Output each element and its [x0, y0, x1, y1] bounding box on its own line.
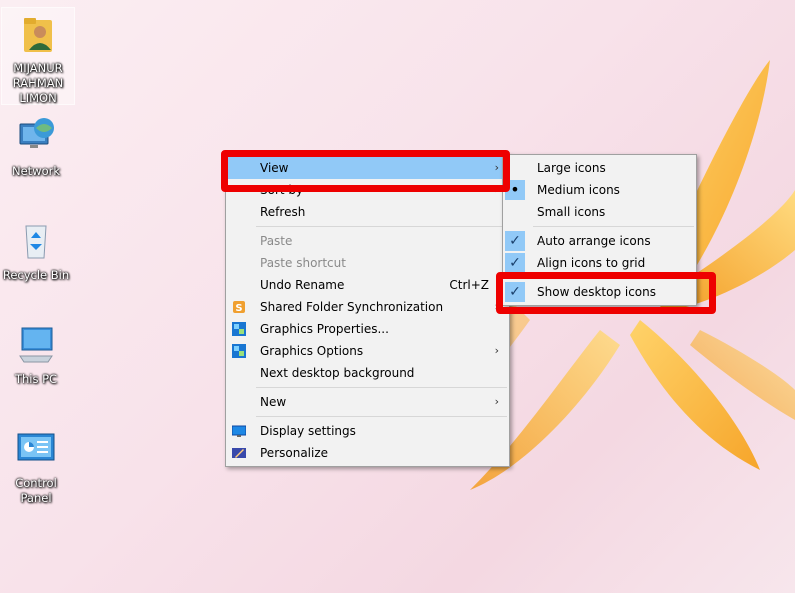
- desktop-icon-network[interactable]: Network: [0, 114, 72, 179]
- chevron-right-icon: ›: [494, 183, 499, 196]
- menu-item-label: Graphics Options: [260, 344, 364, 358]
- menu-item-personalize[interactable]: Personalize: [226, 442, 509, 464]
- menu-item-new[interactable]: New ›: [226, 391, 509, 413]
- desktop-icon-label: Recycle Bin: [2, 268, 70, 282]
- user-folder-icon: [24, 18, 52, 52]
- menu-separator: [533, 226, 694, 227]
- submenu-item-show-desktop-icons[interactable]: ✓ Show desktop icons: [503, 281, 696, 303]
- menu-item-paste: Paste: [226, 230, 509, 252]
- desktop-icon-label: MIJANUR RAHMAN LIMON: [12, 61, 64, 105]
- menu-item-graphics-options[interactable]: Graphics Options ›: [226, 340, 509, 362]
- menu-item-label: Small icons: [537, 205, 606, 219]
- menu-item-label: New: [260, 395, 287, 409]
- menu-item-label: Medium icons: [537, 183, 620, 197]
- menu-item-refresh[interactable]: Refresh: [226, 201, 509, 223]
- menu-separator: [256, 416, 507, 417]
- submenu-item-large-icons[interactable]: Large icons: [503, 157, 696, 179]
- submenu-item-align-to-grid[interactable]: ✓ Align icons to grid: [503, 252, 696, 274]
- personalize-icon: [232, 448, 246, 458]
- menu-item-label: Next desktop background: [260, 366, 415, 380]
- menu-item-undo-rename[interactable]: Undo Rename Ctrl+Z: [226, 274, 509, 296]
- menu-separator: [256, 226, 507, 227]
- graphics-icon: [232, 322, 246, 336]
- desktop-icon-label: Control Panel: [15, 476, 57, 505]
- desktop-icon-label: Network: [11, 164, 61, 178]
- menu-item-view[interactable]: View ›: [226, 157, 509, 179]
- submenu-item-small-icons[interactable]: Small icons: [503, 201, 696, 223]
- chevron-right-icon: ›: [494, 161, 499, 174]
- network-icon: [19, 118, 54, 148]
- menu-item-display-settings[interactable]: Display settings: [226, 420, 509, 442]
- view-submenu: Large icons • Medium icons Small icons ✓…: [502, 154, 697, 306]
- desktop-icon-user-folder[interactable]: MIJANUR RAHMAN LIMON: [1, 7, 75, 105]
- menu-item-label: Paste: [260, 234, 293, 248]
- recycle-bin-icon: [25, 225, 47, 259]
- menu-item-label: View: [260, 161, 289, 175]
- desktop-icon-recycle-bin[interactable]: Recycle Bin: [0, 218, 72, 283]
- desktop-context-menu: View › Sort by › Refresh Paste Paste sho…: [225, 154, 510, 467]
- desktop-icon-label: This PC: [14, 372, 58, 386]
- menu-item-label: Paste shortcut: [260, 256, 346, 270]
- menu-item-shared-folder-sync[interactable]: S Shared Folder Synchronization ›: [226, 296, 509, 318]
- menu-item-label: Graphics Properties...: [260, 322, 389, 336]
- chevron-right-icon: ›: [494, 395, 499, 408]
- control-panel-icon: [17, 433, 55, 461]
- menu-item-label: Personalize: [260, 446, 329, 460]
- desktop-icon-control-panel[interactable]: Control Panel: [0, 426, 72, 506]
- menu-item-label: Sort by: [260, 183, 304, 197]
- display-icon: [232, 425, 246, 437]
- menu-item-label: Auto arrange icons: [537, 234, 651, 248]
- menu-item-next-background[interactable]: Next desktop background: [226, 362, 509, 384]
- checkmark-icon: ✓: [505, 282, 525, 302]
- desktop-icon-this-pc[interactable]: This PC: [0, 322, 72, 387]
- menu-item-label: Display settings: [260, 424, 356, 438]
- menu-item-paste-shortcut: Paste shortcut: [226, 252, 509, 274]
- chevron-right-icon: ›: [494, 300, 499, 313]
- menu-item-sort-by[interactable]: Sort by ›: [226, 179, 509, 201]
- menu-item-graphics-properties[interactable]: Graphics Properties...: [226, 318, 509, 340]
- checkmark-icon: ✓: [505, 231, 525, 251]
- sync-icon: S: [233, 301, 245, 314]
- bullet-icon: •: [505, 180, 525, 200]
- menu-separator: [533, 277, 694, 278]
- menu-item-shortcut: Ctrl+Z: [449, 278, 489, 292]
- menu-item-label: Align icons to grid: [537, 256, 646, 270]
- svg-text:S: S: [235, 303, 242, 314]
- menu-item-label: Large icons: [537, 161, 606, 175]
- chevron-right-icon: ›: [494, 344, 499, 357]
- menu-item-label: Shared Folder Synchronization: [260, 300, 444, 314]
- menu-item-label: Undo Rename: [260, 278, 345, 292]
- checkmark-icon: ✓: [505, 253, 525, 273]
- menu-item-label: Refresh: [260, 205, 306, 219]
- computer-icon: [19, 327, 53, 363]
- submenu-item-auto-arrange[interactable]: ✓ Auto arrange icons: [503, 230, 696, 252]
- graphics-icon: [232, 344, 246, 358]
- submenu-item-medium-icons[interactable]: • Medium icons: [503, 179, 696, 201]
- menu-separator: [256, 387, 507, 388]
- menu-item-label: Show desktop icons: [537, 285, 657, 299]
